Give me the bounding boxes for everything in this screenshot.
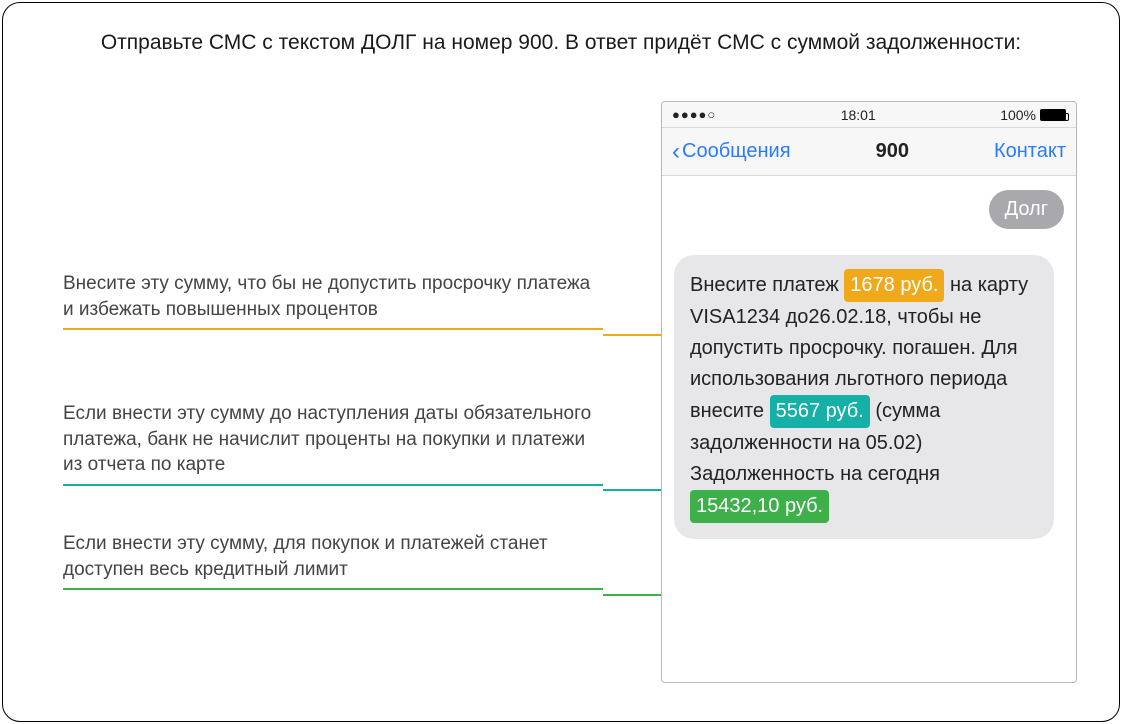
annotation-orange-text: Внесите эту сумму, что бы не допустить п…: [63, 271, 603, 322]
headline: Отправьте СМС с текстом ДОЛГ на номер 90…: [3, 31, 1119, 55]
contact-button[interactable]: Контакт: [994, 140, 1066, 163]
incoming-bubble: Внесите платеж 1678 руб. на карту VISA12…: [674, 255, 1054, 539]
amount-2: 5567 руб.: [770, 395, 870, 428]
battery-icon: [1040, 109, 1066, 121]
annotation-orange: Внесите эту сумму, что бы не допустить п…: [63, 271, 603, 330]
outgoing-bubble: Долг: [989, 190, 1064, 229]
status-right: 100%: [1000, 107, 1066, 123]
amount-3: 15432,10 руб.: [690, 490, 829, 523]
signal-dots: ●●●●○: [672, 107, 716, 122]
amount-1: 1678 руб.: [844, 269, 944, 302]
messages-area: Долг Внесите платеж 1678 руб. на карту V…: [662, 176, 1076, 204]
underline-green: [63, 588, 603, 590]
connector-green: [603, 594, 667, 596]
battery-pct: 100%: [1000, 107, 1036, 123]
back-button[interactable]: ‹ Сообщения: [672, 140, 791, 164]
underline-teal: [63, 484, 603, 486]
nav-bar: ‹ Сообщения 900 Контакт: [662, 128, 1076, 176]
annotation-teal-text: Если внести эту сумму до наступления дат…: [63, 401, 603, 478]
back-label: Сообщения: [682, 140, 791, 163]
status-bar: ●●●●○ 18:01 100%: [662, 102, 1076, 128]
info-card: Отправьте СМС с текстом ДОЛГ на номер 90…: [2, 2, 1120, 722]
annotation-green-text: Если внести эту сумму, для покупок и пла…: [63, 531, 603, 582]
chevron-left-icon: ‹: [672, 140, 680, 164]
connector-teal: [603, 489, 667, 491]
status-time: 18:01: [841, 107, 876, 123]
phone-mockup: ●●●●○ 18:01 100% ‹ Сообщения 900 Контакт…: [661, 101, 1077, 683]
underline-orange: [63, 328, 603, 330]
sms-part-1a: Внесите платеж: [690, 274, 839, 296]
connector-orange: [603, 334, 667, 336]
annotation-teal: Если внести эту сумму до наступления дат…: [63, 401, 603, 486]
nav-title: 900: [876, 140, 909, 163]
annotation-green: Если внести эту сумму, для покупок и пла…: [63, 531, 603, 590]
